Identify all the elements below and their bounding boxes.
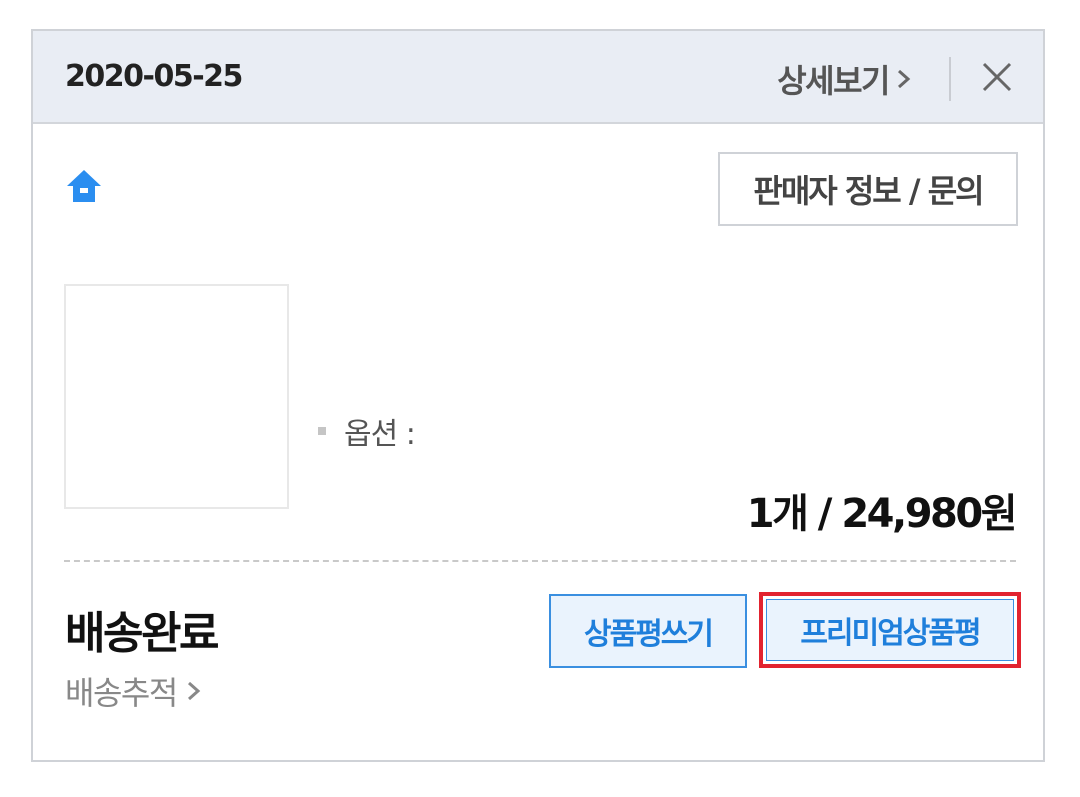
order-card: 2020-05-25 상세보기 판매자 정보 / 문의 옵션 : 1개 / 24… xyxy=(31,29,1045,762)
view-details-link[interactable]: 상세보기 xyxy=(777,56,915,102)
chevron-right-icon xyxy=(187,681,201,701)
product-thumbnail[interactable] xyxy=(64,284,289,509)
order-header: 2020-05-25 상세보기 xyxy=(33,31,1043,124)
option-row: 옵션 : xyxy=(318,409,416,453)
close-icon[interactable] xyxy=(979,59,1015,95)
seller-info-button[interactable]: 판매자 정보 / 문의 xyxy=(718,152,1018,226)
chevron-right-icon xyxy=(898,69,911,89)
divider xyxy=(64,560,1016,562)
home-icon[interactable] xyxy=(65,168,103,204)
premium-review-label: 프리미엄상품평 xyxy=(766,599,1014,661)
quantity-price: 1개 / 24,980원 xyxy=(746,491,1018,537)
tracking-link[interactable]: 배송추적 xyxy=(65,668,203,714)
write-review-button[interactable]: 상품평쓰기 xyxy=(549,594,747,668)
premium-review-button[interactable]: 프리미엄상품평 xyxy=(759,592,1021,668)
order-date: 2020-05-25 xyxy=(65,59,243,94)
view-details-label: 상세보기 xyxy=(777,62,890,100)
bullet-icon xyxy=(318,427,326,435)
header-divider xyxy=(949,57,951,101)
delivery-status: 배송완료 xyxy=(65,608,219,659)
option-label: 옵션 : xyxy=(344,417,416,452)
tracking-label: 배송추적 xyxy=(65,674,178,712)
